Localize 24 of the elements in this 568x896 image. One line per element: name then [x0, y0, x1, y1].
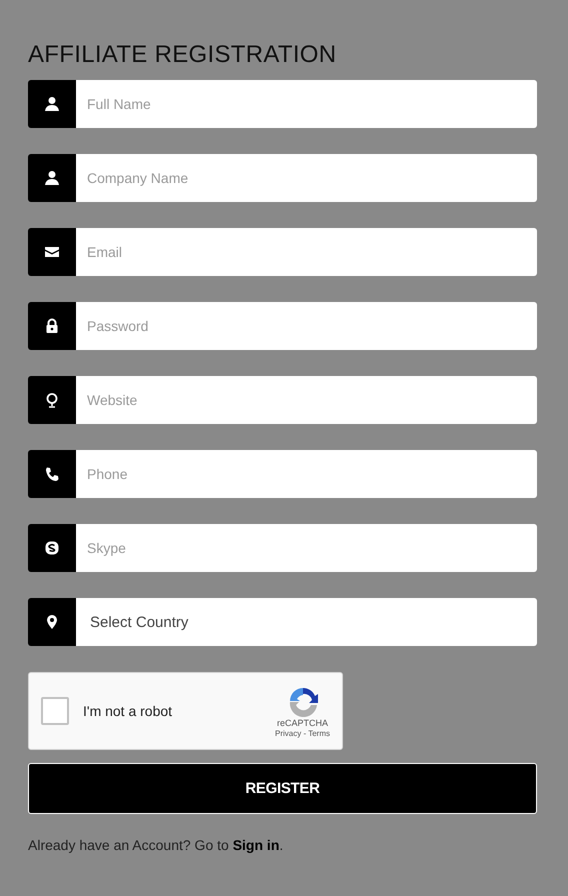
sign-in-prompt: Already have an Account? Go to Sign in. [28, 837, 284, 853]
input-field[interactable]: Company Name [76, 154, 537, 202]
person-icon [44, 170, 60, 186]
input-field[interactable]: Phone [76, 450, 537, 498]
input-field[interactable]: Password [76, 302, 537, 350]
skype-icon [44, 540, 60, 556]
lock-icon [44, 318, 60, 334]
input-field[interactable]: Website [76, 376, 537, 424]
envelope-icon [44, 244, 60, 260]
input-field[interactable]: Email [76, 228, 537, 276]
captcha-legal-links[interactable]: Privacy - Terms [275, 728, 330, 738]
register-button[interactable]: REGISTER [28, 763, 537, 814]
captcha-brand: reCAPTCHA [277, 718, 328, 728]
country-select[interactable]: Select Country [76, 598, 537, 646]
input-field[interactable]: Full Name [76, 80, 537, 128]
input-field[interactable]: Skype [76, 524, 537, 572]
sign-in-link[interactable]: Sign in [232, 837, 280, 853]
globe-icon [44, 392, 60, 408]
phone-icon [44, 466, 60, 482]
checkbox[interactable] [41, 697, 69, 725]
page-title: AFFILIATE REGISTRATION [28, 40, 338, 70]
location-pin-icon [44, 614, 60, 630]
captcha-label: I'm not a robot [83, 703, 174, 719]
person-icon [44, 96, 60, 112]
